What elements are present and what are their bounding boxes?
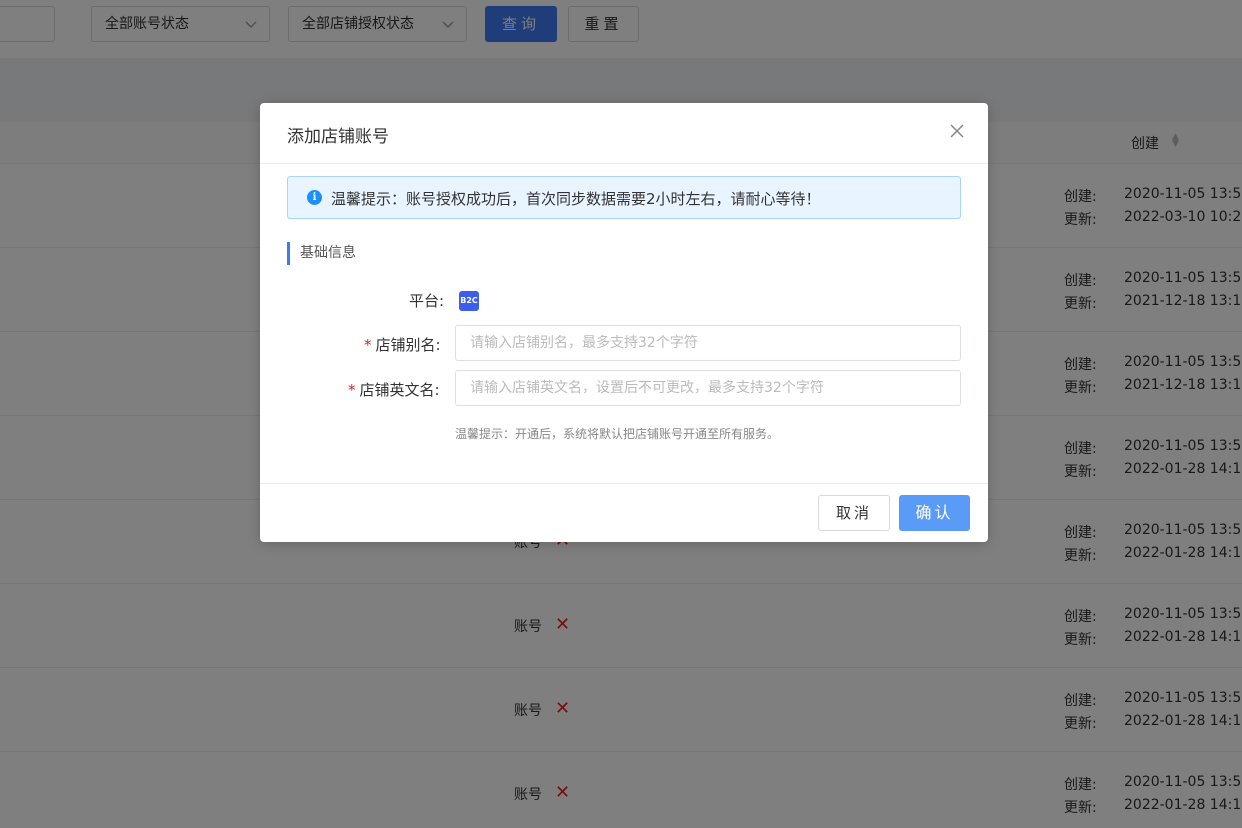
store-alias-input[interactable] [455,325,961,361]
required-mark: * [364,336,372,354]
required-mark: * [348,381,356,399]
close-icon[interactable] [946,120,968,142]
platform-label: 平台: [409,292,445,310]
dialog-header: 添加店铺账号 [260,103,988,164]
service-hint: 温馨提示：开通后，系统将默认把店铺账号开通至所有服务。 [455,427,780,441]
b2c-platform-icon: B2C [459,291,479,311]
dialog-footer-divider [260,483,988,484]
add-store-account-dialog: 添加店铺账号 i 温馨提示：账号授权成功后，首次同步数据需要2小时左右，请耐心等… [260,103,988,542]
store-english-name-input[interactable] [455,370,961,406]
cancel-button[interactable]: 取消 [818,495,890,531]
confirm-button[interactable]: 确认 [899,495,970,531]
notice-banner: i 温馨提示：账号授权成功后，首次同步数据需要2小时左右，请耐心等待！ [287,176,961,219]
alias-label-text: 店铺别名: [375,336,441,354]
english-name-label-text: 店铺英文名: [359,381,440,399]
info-icon: i [307,190,322,205]
section-title: 基础信息 [287,242,356,265]
english-name-label: * 店铺英文名: [348,379,440,400]
dialog-title: 添加店铺账号 [287,127,389,147]
notice-text: 温馨提示：账号授权成功后，首次同步数据需要2小时左右，请耐心等待！ [331,190,821,208]
alias-label: * 店铺别名: [364,334,441,355]
